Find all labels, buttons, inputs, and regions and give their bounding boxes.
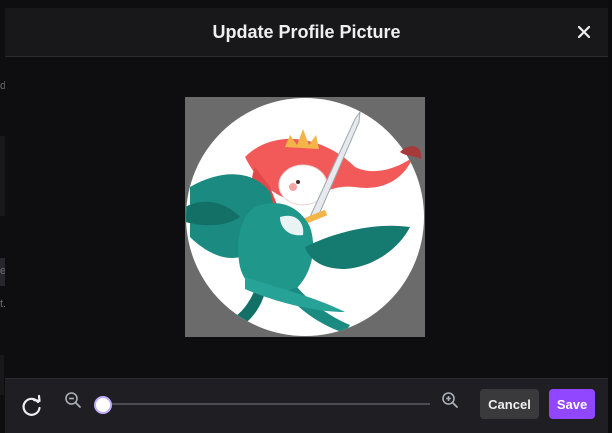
close-icon [577,25,591,39]
update-profile-picture-modal: Update Profile Picture Cancel Save [5,8,608,433]
modal-header: Update Profile Picture [5,8,608,57]
zoom-slider-track[interactable] [102,403,430,405]
cancel-button[interactable]: Cancel [480,389,539,419]
background-panel-lower [0,355,4,395]
profile-illustration [185,97,425,337]
crop-area[interactable] [185,97,425,337]
close-button[interactable] [572,20,596,44]
save-button[interactable]: Save [549,389,595,419]
modal-footer: Cancel Save [5,378,608,433]
background-edge [608,0,612,433]
rotate-icon [22,394,41,416]
zoom-slider-thumb[interactable] [94,396,112,414]
zoom-in-icon [442,392,458,408]
zoom-out-icon [65,392,81,408]
zoom-out-button[interactable] [64,391,82,409]
zoom-in-button[interactable] [441,391,459,409]
modal-title: Update Profile Picture [212,22,401,42]
rotate-button[interactable] [19,393,45,419]
